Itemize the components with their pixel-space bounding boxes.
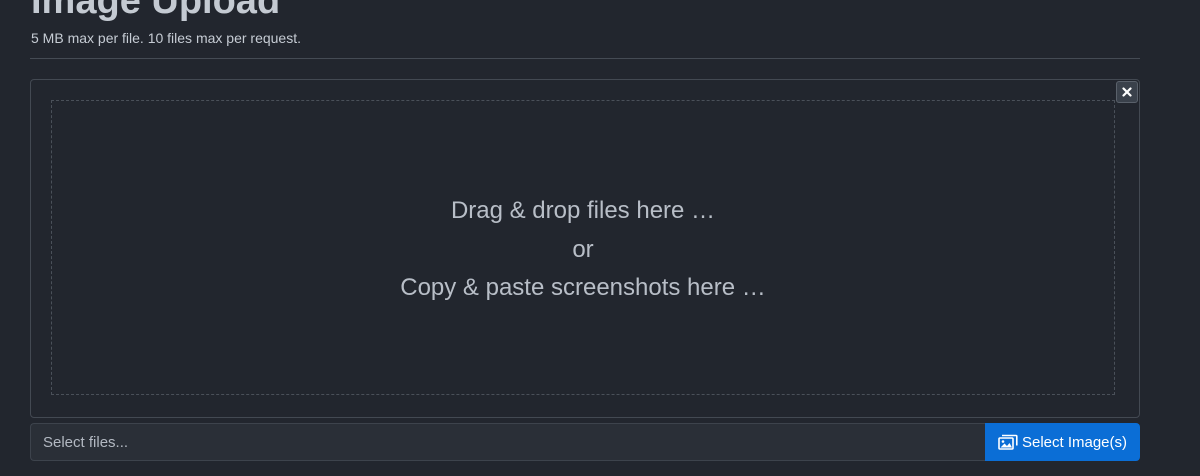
images-icon [998, 434, 1018, 450]
dropzone-or-text: or [572, 236, 594, 263]
clear-dropzone-button[interactable] [1116, 81, 1138, 103]
page-title: Image Upload [31, 0, 281, 22]
file-input-placeholder: Select files... [43, 433, 129, 451]
close-icon [1122, 87, 1132, 97]
dropzone-drag-text: Drag & drop files here … [450, 197, 716, 224]
upload-limits-text: 5 MB max per file. 10 files max per requ… [31, 30, 301, 46]
dropzone-paste-text: Copy & paste screenshots here … [400, 274, 766, 301]
header-divider [30, 58, 1140, 59]
select-images-button[interactable]: Select Image(s) [985, 423, 1140, 461]
file-select-input[interactable]: Select files... [30, 423, 985, 461]
select-images-label: Select Image(s) [1021, 433, 1128, 451]
